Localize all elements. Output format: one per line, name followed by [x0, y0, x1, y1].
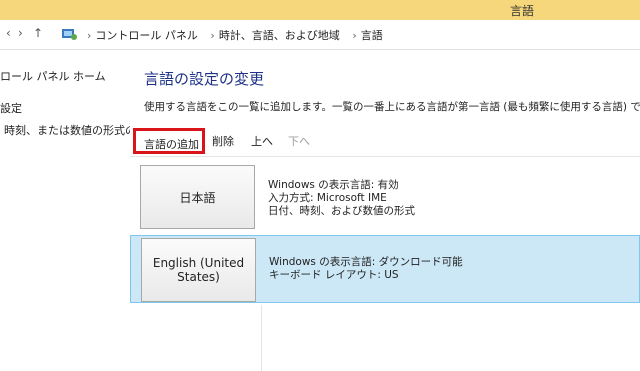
sidebar-item-settings[interactable]: 設定 [0, 100, 22, 116]
breadcrumb: › コントロール パネル › 時計、言語、および地域 › 言語 [82, 27, 387, 43]
column-divider [261, 305, 262, 371]
breadcrumb-item-clock-language-region[interactable]: 時計、言語、および地域 [219, 29, 340, 42]
list-item[interactable]: 日本語 Windows の表示言語: 有効 入力方式: Microsoft IM… [130, 163, 640, 231]
language-name: 日本語 [179, 190, 216, 205]
language-info-line: キーボード レイアウト: US [269, 269, 399, 281]
window-title: 言語 [510, 4, 535, 18]
add-language-label: 言語の追加 [144, 138, 199, 151]
toolbar: 言語の追加 削除 上へ 下へ [130, 125, 640, 157]
up-arrow-icon[interactable]: ↑ [33, 26, 43, 40]
move-up-button[interactable]: 上へ [251, 133, 273, 149]
list-item[interactable]: English (United States) Windows の表示言語: ダ… [130, 235, 640, 303]
control-panel-icon [62, 29, 77, 40]
breadcrumb-item-control-panel[interactable]: コントロール パネル [95, 29, 198, 42]
chevron-right-icon: › [87, 29, 92, 42]
title-bar: 言語 [0, 0, 640, 20]
breadcrumb-item-language[interactable]: 言語 [361, 29, 383, 42]
page-title: 言語の設定の変更 [144, 70, 265, 88]
sidebar-item-control-panel-home[interactable]: ロール パネル ホーム [0, 68, 106, 84]
language-info-line: Windows の表示言語: 有効 [268, 179, 399, 191]
page-description: 使用する言語をこの一覧に追加します。一覧の一番上にある言語が第一言語 (最も頻繁… [144, 101, 640, 113]
language-button-japanese[interactable]: 日本語 [140, 165, 255, 229]
language-name: English (United States) [152, 256, 245, 284]
sidebar-item-date-time-format[interactable]: 時刻、または数値の形式の [4, 122, 130, 138]
language-info-line: Windows の表示言語: ダウンロード可能 [269, 256, 463, 268]
remove-button[interactable]: 削除 [212, 133, 234, 149]
language-button-english[interactable]: English (United States) [141, 238, 256, 302]
add-language-button[interactable]: 言語の追加 [133, 128, 205, 154]
address-bar: ‹ › ↑ › コントロール パネル › 時計、言語、および地域 › 言語 [0, 20, 640, 50]
language-list: 日本語 Windows の表示言語: 有効 入力方式: Microsoft IM… [130, 163, 640, 371]
sidebar: ロール パネル ホーム 設定 時刻、または数値の形式の [0, 50, 130, 371]
main-panel: 言語の設定の変更 使用する言語をこの一覧に追加します。一覧の一番上にある言語が第… [130, 50, 640, 371]
back-icon[interactable]: ‹ [6, 26, 11, 40]
language-info-line: 日付、時刻、および数値の形式 [268, 205, 415, 217]
chevron-right-icon: › [352, 29, 357, 42]
forward-icon[interactable]: › [18, 26, 23, 40]
move-down-button[interactable]: 下へ [288, 133, 310, 149]
language-info-line: 入力方式: Microsoft IME [268, 192, 387, 204]
chevron-right-icon: › [210, 29, 215, 42]
